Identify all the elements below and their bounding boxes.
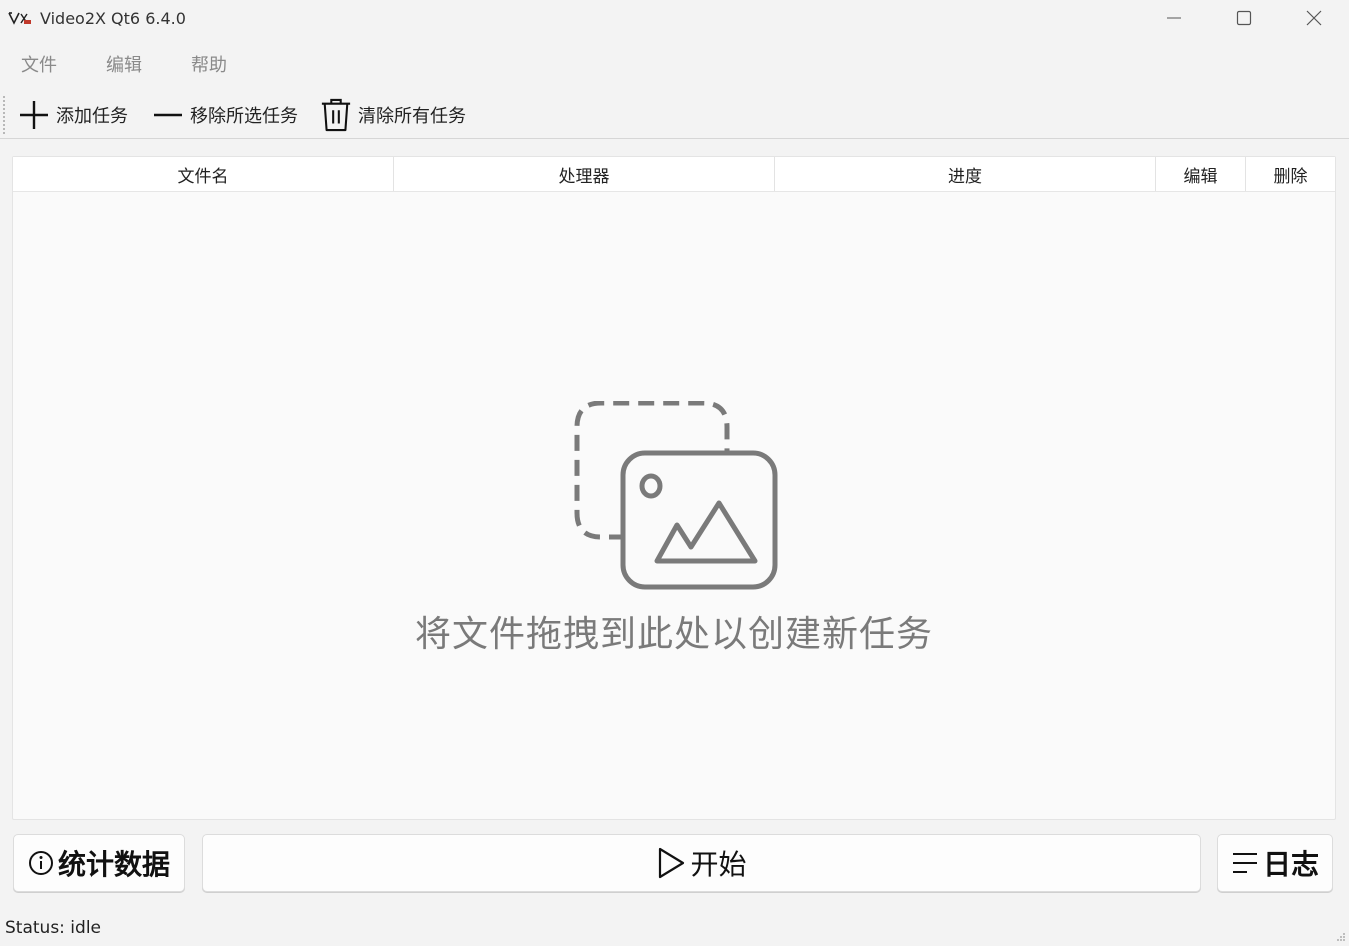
table-header: 文件名 处理器 进度 编辑 删除 xyxy=(13,157,1335,192)
column-header-delete[interactable]: 删除 xyxy=(1246,157,1335,191)
close-icon xyxy=(1306,10,1322,26)
play-icon xyxy=(656,847,686,879)
maximize-icon xyxy=(1236,10,1252,26)
trash-icon xyxy=(320,97,352,133)
maximize-button[interactable] xyxy=(1209,0,1279,36)
window-title: Video2X Qt6 6.4.0 xyxy=(40,8,186,28)
close-button[interactable] xyxy=(1279,0,1349,36)
task-table[interactable]: 文件名 处理器 进度 编辑 删除 将文件拖拽到此处以创建新任务 xyxy=(12,156,1336,820)
log-button[interactable]: 日志 xyxy=(1217,834,1333,892)
start-label: 开始 xyxy=(690,848,747,881)
add-task-label: 添加任务 xyxy=(56,106,128,127)
column-header-filename[interactable]: 文件名 xyxy=(13,157,394,191)
menu-help[interactable]: 帮助 xyxy=(170,51,227,77)
log-lines-icon xyxy=(1231,850,1259,876)
column-header-processor[interactable]: 处理器 xyxy=(394,157,775,191)
minimize-button[interactable] xyxy=(1139,0,1209,36)
statistics-button[interactable]: 统计数据 xyxy=(13,834,185,892)
statistics-label: 统计数据 xyxy=(57,848,170,881)
minimize-icon xyxy=(1167,17,1181,19)
info-icon xyxy=(28,850,54,876)
menu-file[interactable]: 文件 xyxy=(0,51,57,77)
empty-state-message: 将文件拖拽到此处以创建新任务 xyxy=(414,614,933,655)
minus-icon xyxy=(152,97,184,133)
video2x-logo-icon xyxy=(8,11,32,25)
add-task-button[interactable]: 添加任务 xyxy=(18,97,128,133)
plus-icon xyxy=(18,97,50,133)
image-drop-icon xyxy=(573,400,803,601)
title-bar: Video2X Qt6 6.4.0 xyxy=(0,0,1349,36)
resize-grip-icon[interactable] xyxy=(1336,927,1346,941)
menu-edit[interactable]: 编辑 xyxy=(85,51,142,77)
remove-selected-label: 移除所选任务 xyxy=(190,106,298,127)
toolbar: 添加任务 移除所选任务 清除所有任务 xyxy=(0,92,1349,139)
clear-all-button[interactable]: 清除所有任务 xyxy=(320,97,466,133)
toolbar-grip[interactable] xyxy=(3,96,5,134)
log-label: 日志 xyxy=(1262,848,1319,881)
column-header-progress[interactable]: 进度 xyxy=(775,157,1156,191)
column-header-edit[interactable]: 编辑 xyxy=(1156,157,1246,191)
clear-all-label: 清除所有任务 xyxy=(358,106,466,127)
start-button[interactable]: 开始 xyxy=(202,834,1201,892)
menu-bar: 文件 编辑 帮助 xyxy=(0,46,255,82)
status-text: Status: idle xyxy=(5,918,101,938)
remove-selected-button[interactable]: 移除所选任务 xyxy=(152,97,298,133)
